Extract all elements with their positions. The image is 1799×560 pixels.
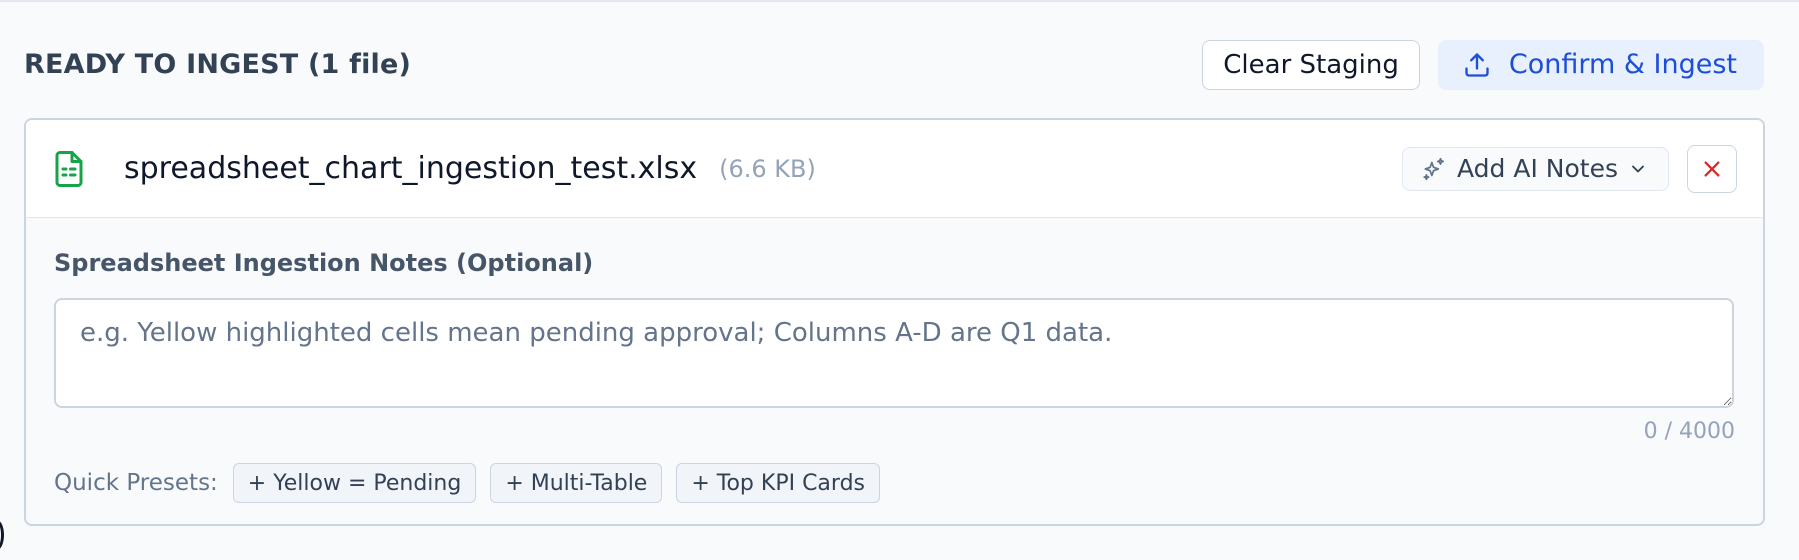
staged-file-card: spreadsheet_chart_ingestion_test.xlsx (6… bbox=[24, 118, 1765, 526]
file-size: (6.6 KB) bbox=[719, 154, 816, 183]
sparkles-icon bbox=[1423, 157, 1445, 180]
preset-yellow-pending-button[interactable]: + Yellow = Pending bbox=[232, 463, 477, 503]
top-divider bbox=[0, 0, 1799, 2]
quick-presets: Quick Presets: + Yellow = Pending + Mult… bbox=[54, 463, 1735, 503]
confirm-ingest-button[interactable]: Confirm & Ingest bbox=[1437, 39, 1764, 90]
notes-section: Spreadsheet Ingestion Notes (Optional) 0… bbox=[26, 218, 1763, 503]
staging-header: READY TO INGEST (1 file) Clear Staging C… bbox=[24, 38, 1764, 91]
header-actions: Clear Staging Confirm & Ingest bbox=[1202, 39, 1764, 90]
add-ai-notes-label: Add AI Notes bbox=[1457, 154, 1618, 183]
character-count: 0 / 4000 bbox=[1643, 419, 1735, 444]
add-ai-notes-button[interactable]: Add AI Notes bbox=[1402, 146, 1669, 191]
chevron-down-icon bbox=[1632, 165, 1644, 172]
upload-icon bbox=[1465, 52, 1489, 77]
notes-label: Spreadsheet Ingestion Notes (Optional) bbox=[54, 249, 594, 277]
spreadsheet-file-icon bbox=[55, 150, 83, 187]
notes-textarea[interactable] bbox=[54, 298, 1734, 408]
preset-top-kpi-cards-button[interactable]: + Top KPI Cards bbox=[676, 463, 880, 503]
corner-circle-decoration bbox=[0, 520, 4, 550]
remove-file-button[interactable] bbox=[1687, 144, 1737, 193]
staging-title: READY TO INGEST (1 file) bbox=[24, 49, 412, 80]
preset-multi-table-button[interactable]: + Multi-Table bbox=[490, 463, 663, 503]
clear-staging-button[interactable]: Clear Staging bbox=[1202, 39, 1420, 90]
quick-presets-label: Quick Presets: bbox=[54, 470, 218, 496]
file-row: spreadsheet_chart_ingestion_test.xlsx (6… bbox=[26, 120, 1763, 218]
confirm-ingest-label: Confirm & Ingest bbox=[1508, 49, 1737, 80]
file-name: spreadsheet_chart_ingestion_test.xlsx bbox=[124, 151, 698, 186]
close-icon bbox=[1704, 160, 1720, 177]
